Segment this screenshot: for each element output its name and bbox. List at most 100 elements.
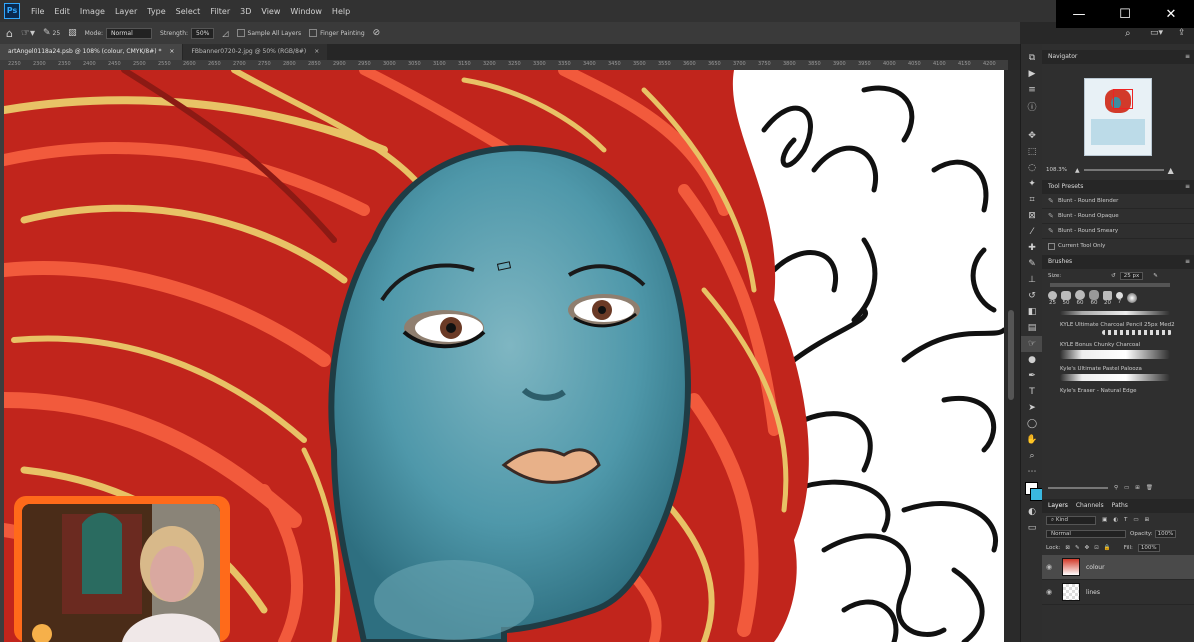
layer-name[interactable]: lines: [1086, 589, 1100, 596]
filter-adjust-icon[interactable]: ◐: [1113, 517, 1118, 523]
brush-tip[interactable]: 50: [1061, 290, 1071, 306]
brush-new-icon[interactable]: ✎: [1153, 273, 1158, 279]
tool-presets-header[interactable]: Tool Presets ≡: [1042, 180, 1194, 194]
visibility-eye-icon[interactable]: ◉: [1042, 588, 1056, 596]
fill-input[interactable]: 100%: [1137, 544, 1160, 552]
brush-tip[interactable]: 60: [1075, 290, 1085, 306]
lock-pixels-icon[interactable]: ✎: [1075, 545, 1080, 551]
panel-menu-icon[interactable]: ≡: [1185, 180, 1190, 194]
brush-item[interactable]: Kyle's Ultimate Pastel Palooza: [1042, 350, 1194, 372]
tab-document-2[interactable]: FBbanner0720-2.jpg @ 50% (RGB/8#) ×: [183, 44, 328, 60]
menu-layer[interactable]: Layer: [110, 7, 142, 16]
brush-preview-slider[interactable]: [1048, 487, 1108, 489]
filter-pixel-icon[interactable]: ▣: [1102, 517, 1107, 523]
preset-item[interactable]: ✎ Blunt - Round Opaque: [1042, 209, 1194, 224]
layer-row-colour[interactable]: ◉ colour: [1042, 555, 1194, 580]
actions-play-icon[interactable]: ▶: [1021, 66, 1043, 82]
filter-shape-icon[interactable]: ▭: [1133, 517, 1138, 523]
sample-all-layers-check[interactable]: [236, 29, 245, 37]
finger-painting-check[interactable]: [309, 29, 318, 37]
zoom-in-icon[interactable]: ▲: [1168, 166, 1174, 175]
frame-tool-icon[interactable]: ⊠: [1021, 208, 1043, 224]
blend-mode-select[interactable]: Normal: [1046, 530, 1126, 538]
lock-all-icon[interactable]: 🔒: [1104, 545, 1111, 551]
brush-settings-icon[interactable]: ▨: [68, 28, 77, 38]
history-brush-icon[interactable]: ↺: [1021, 288, 1043, 304]
brush-tip[interactable]: 20: [1103, 290, 1112, 306]
search-icon[interactable]: ⌕: [1125, 28, 1131, 39]
more-tools-icon[interactable]: ⋯: [1021, 464, 1043, 480]
tab-document-1[interactable]: artAngel0118a24.psb @ 108% (colour, CMYK…: [0, 44, 183, 60]
visibility-eye-icon[interactable]: ◉: [1042, 563, 1056, 571]
canvas-scrollbar[interactable]: [1004, 70, 1020, 642]
brush-tip[interactable]: 7: [1116, 291, 1123, 305]
menu-help[interactable]: Help: [327, 7, 355, 16]
tab-layers[interactable]: Layers: [1048, 499, 1068, 513]
current-tool-only-checkbox[interactable]: [1048, 242, 1055, 250]
panel-menu-icon[interactable]: ≡: [1185, 255, 1190, 269]
pen-tool-icon[interactable]: ✒: [1021, 368, 1043, 384]
navigator-zoom-value[interactable]: 108.3%: [1046, 167, 1067, 173]
new-brush-icon[interactable]: ⊞: [1135, 485, 1140, 491]
brush-tip[interactable]: 25: [1048, 290, 1057, 306]
marquee-tool-icon[interactable]: ⬚: [1021, 144, 1043, 160]
finger-painting-checkbox[interactable]: Finger Painting: [309, 29, 365, 37]
angle-icon[interactable]: ◿: [222, 29, 228, 38]
panel-menu-icon[interactable]: ≡: [1185, 50, 1190, 64]
brush-item[interactable]: KYLE Bonus Chunky Charcoal: [1042, 330, 1194, 348]
lock-artboard-icon[interactable]: ⊡: [1094, 545, 1099, 551]
menu-file[interactable]: File: [26, 7, 49, 16]
strength-input[interactable]: 50%: [191, 27, 215, 39]
folder-icon[interactable]: ▭: [1124, 485, 1129, 491]
tab-close-icon[interactable]: ×: [169, 48, 174, 55]
current-tool-only-row[interactable]: Current Tool Only: [1042, 239, 1194, 253]
path-select-tool-icon[interactable]: ➤: [1021, 400, 1043, 416]
zoom-slider[interactable]: [1083, 169, 1164, 171]
brush-tip[interactable]: [1127, 293, 1137, 303]
type-tool-icon[interactable]: T: [1021, 384, 1043, 400]
preset-item[interactable]: ✎ Blunt - Round Blender: [1042, 194, 1194, 209]
tab-channels[interactable]: Channels: [1076, 499, 1104, 513]
maximize-button[interactable]: ☐: [1102, 0, 1148, 28]
magic-wand-tool-icon[interactable]: ✦: [1021, 176, 1043, 192]
home-icon[interactable]: ⌂: [6, 27, 13, 40]
brush-item[interactable]: Kyle's Eraser - Natural Edge: [1042, 374, 1194, 394]
lock-position-icon[interactable]: ✥: [1085, 545, 1090, 551]
menu-filter[interactable]: Filter: [205, 7, 235, 16]
pressure-icon[interactable]: ⊘: [373, 28, 381, 38]
menu-3d[interactable]: 3D: [235, 7, 256, 16]
scroll-thumb[interactable]: [1008, 310, 1014, 400]
zoom-out-icon[interactable]: ▲: [1075, 167, 1080, 174]
menu-edit[interactable]: Edit: [49, 7, 75, 16]
properties-icon[interactable]: ≡: [1021, 82, 1043, 98]
menu-select[interactable]: Select: [171, 7, 206, 16]
brush-tip[interactable]: 60: [1089, 290, 1099, 306]
navigator-preview[interactable]: [1042, 64, 1194, 164]
navigator-thumbnail[interactable]: [1084, 78, 1152, 156]
sample-all-layers-checkbox[interactable]: Sample All Layers: [236, 29, 301, 37]
brush-item[interactable]: KYLE Ultimate Charcoal Pencil 25px Med2: [1042, 311, 1194, 328]
hand-tool-icon[interactable]: ✋: [1021, 432, 1043, 448]
stamp-tool-icon[interactable]: ⊥: [1021, 272, 1043, 288]
brush-tip-icon[interactable]: ✎: [43, 28, 51, 38]
color-swatches[interactable]: [1021, 480, 1043, 504]
gradient-tool-icon[interactable]: ▤: [1021, 320, 1043, 336]
brushes-header[interactable]: Brushes ≡: [1042, 255, 1194, 269]
filter-type-icon[interactable]: T: [1124, 517, 1127, 523]
crop-tool-icon[interactable]: ⌗: [1021, 192, 1043, 208]
screen-mode-icon[interactable]: ▭: [1021, 520, 1043, 536]
brush-size-input[interactable]: 25 px: [1119, 272, 1144, 280]
brush-tool-icon[interactable]: ✎: [1021, 256, 1043, 272]
menu-window[interactable]: Window: [285, 7, 327, 16]
lasso-tool-icon[interactable]: ◌: [1021, 160, 1043, 176]
eyedropper-tool-icon[interactable]: ⁄: [1021, 224, 1043, 240]
menu-image[interactable]: Image: [75, 7, 110, 16]
tab-close-icon[interactable]: ×: [314, 48, 319, 55]
share-icon[interactable]: ⇪: [1178, 28, 1186, 38]
navigator-panel-header[interactable]: Navigator ≡: [1042, 50, 1194, 64]
healing-tool-icon[interactable]: ✚: [1021, 240, 1043, 256]
shape-tool-icon[interactable]: ◯: [1021, 416, 1043, 432]
minimize-button[interactable]: —: [1056, 0, 1102, 28]
layer-kind-select[interactable]: ⌕ Kind: [1046, 515, 1096, 525]
zoom-tool-icon[interactable]: ⌕: [1021, 448, 1043, 464]
